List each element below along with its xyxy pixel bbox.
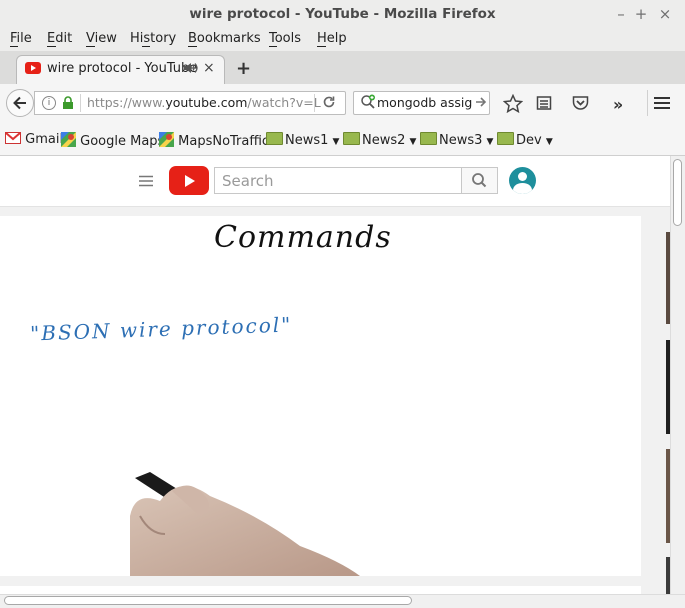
menu-tools[interactable]: Tools [269,31,301,46]
maps-icon [61,132,76,147]
bookmark-mapsnotraffic[interactable]: MapsNoTraffic [159,132,269,149]
minimize-button[interactable]: – [611,4,631,24]
bookmark-folder-news1[interactable]: News1 ▼ [266,132,339,148]
bookmark-label: News1 [285,133,329,148]
menu-bookmarks[interactable]: Bookmarks [188,31,261,46]
tab-close-button[interactable]: × [203,60,215,76]
bookmark-folder-news2[interactable]: News2 ▼ [343,132,416,148]
accelerator-underline [47,46,56,47]
bookmark-gmail[interactable]: Gmail [5,132,63,147]
accelerator-underline [10,46,18,47]
window-title: wire protocol - YouTube - Mozilla Firefo… [189,6,496,22]
youtube-search-input[interactable]: Search [214,167,462,194]
folder-icon [343,132,360,145]
search-go-arrow-icon[interactable] [475,96,487,112]
accelerator-underline [188,46,197,47]
bookmark-star-icon[interactable] [502,93,524,117]
accelerator-underline [317,46,326,47]
youtube-search-button[interactable] [461,167,498,194]
avatar[interactable] [509,167,536,194]
pocket-icon[interactable] [572,95,589,115]
folder-icon [497,132,514,145]
video-player[interactable]: Commands "BSON wire protocol" [0,216,641,576]
menu-file[interactable]: File [10,31,32,46]
folder-icon [266,132,283,145]
menu-history[interactable]: History [130,31,176,46]
bookmark-folder-dev[interactable]: Dev ▼ [497,132,553,148]
back-button[interactable] [6,89,34,117]
url-divider [80,94,81,112]
menu-help[interactable]: Help [317,31,347,46]
bookmark-label: News3 [439,133,483,148]
bookmark-label: Dev [516,133,542,148]
caret-down-icon: ▼ [545,137,553,147]
hamburger-menu-icon[interactable] [654,96,670,114]
caret-down-icon: ▼ [332,137,340,147]
vertical-scroll-thumb[interactable] [673,159,682,226]
menu-edit[interactable]: Edit [47,31,72,46]
bookmark-label: MapsNoTraffic [178,134,270,149]
search-engine-icon[interactable] [360,94,376,114]
back-arrow-icon [13,96,26,110]
horizontal-scroll-thumb[interactable] [4,596,412,605]
url-text[interactable]: https://www.youtube.com/watch?v=L [87,95,321,110]
caret-down-icon: ▼ [409,137,417,147]
search-icon [472,173,487,188]
search-placeholder: Search [222,172,274,190]
url-prefix: https://www. [87,95,166,110]
lock-icon[interactable] [62,96,74,114]
maximize-button[interactable]: + [631,4,651,24]
guide-menu-icon[interactable] [139,175,153,191]
reload-icon[interactable] [322,95,336,113]
library-icon[interactable] [536,95,552,115]
hand-with-marker-image [130,472,360,576]
youtube-logo-icon[interactable] [169,166,209,195]
new-tab-button[interactable]: + [236,58,251,79]
accelerator-underline [269,46,277,47]
speaker-icon[interactable] [183,61,199,79]
info-icon[interactable]: i [42,96,56,110]
url-path: /watch?v=L [247,95,321,110]
overflow-chevron-icon[interactable]: ›› [613,95,623,114]
bookmark-label: News2 [362,133,406,148]
bookmark-folder-news3[interactable]: News3 ▼ [420,132,493,148]
url-divider [314,94,315,112]
bookmark-label: Google Maps [80,134,165,149]
bookmark-label: Gmail [25,132,64,147]
youtube-favicon-icon [25,62,41,74]
maps-icon [159,132,174,147]
toolbar-divider [647,90,648,116]
accelerator-underline [86,46,95,47]
accelerator-underline [142,46,150,47]
folder-icon [420,132,437,145]
close-window-button[interactable]: × [655,4,675,24]
search-input[interactable]: mongodb assign [377,95,472,110]
gmail-icon [5,132,21,144]
caret-down-icon: ▼ [486,137,494,147]
tab-label: wire protocol - YouTube [47,61,198,76]
menu-view[interactable]: View [86,31,117,46]
url-domain: youtube.com [165,95,248,110]
bookmark-google-maps[interactable]: Google Maps [61,132,164,149]
